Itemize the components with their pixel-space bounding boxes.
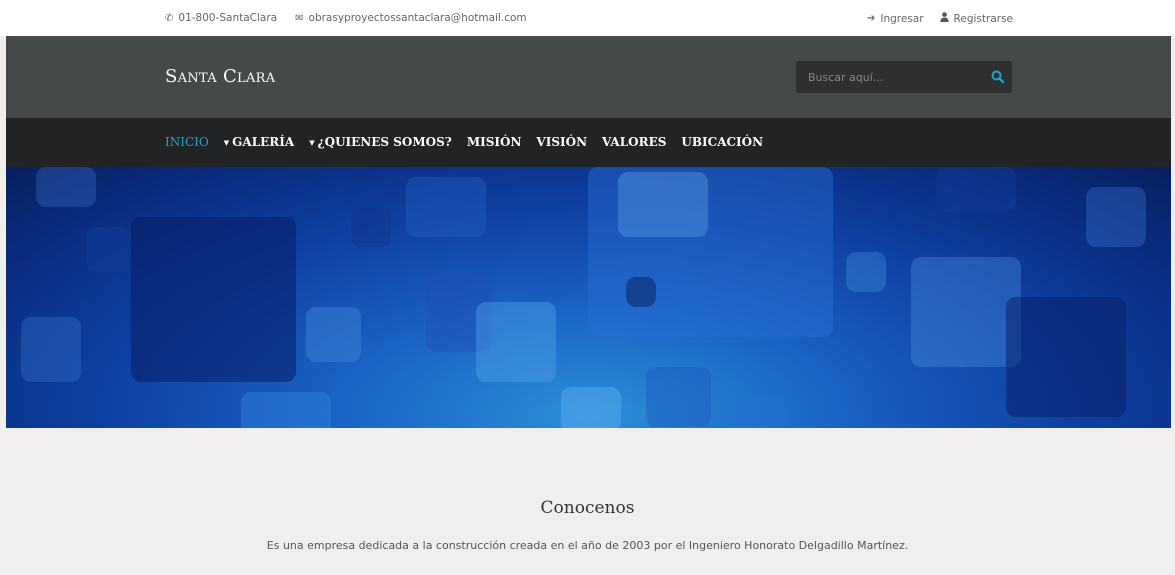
banner-square	[561, 387, 621, 428]
site-logo[interactable]: Santa Clara	[165, 66, 275, 87]
nav-item-galeria[interactable]: ▼ GALERÍA	[224, 135, 294, 149]
caret-down-icon: ▼	[309, 137, 315, 147]
login-label: Ingresar	[880, 12, 924, 25]
banner-square	[241, 392, 331, 428]
register-link[interactable]: Registrarse	[939, 12, 1013, 25]
login-link[interactable]: ➔ Ingresar	[867, 13, 924, 25]
banner-square	[846, 252, 886, 292]
nav-item-mision[interactable]: MISIÓN	[467, 135, 522, 149]
user-icon	[939, 12, 949, 25]
banner-square	[131, 217, 296, 382]
nav-item-quienes-somos[interactable]: ▼ ¿QUIENES SOMOS?	[309, 135, 452, 149]
hero-banner	[6, 167, 1171, 428]
banner-square	[21, 317, 81, 382]
banner-square	[646, 367, 711, 427]
phone-text: 01-800-SantaClara	[178, 12, 278, 24]
search-icon[interactable]	[990, 69, 1006, 85]
top-bar: ✆ 01-800-SantaClara ✉ obrasyproyectossan…	[0, 0, 1175, 36]
banner-square	[86, 227, 131, 272]
section-text: Es una empresa dedicada a la construcció…	[266, 539, 909, 552]
search-input[interactable]	[796, 61, 976, 93]
banner-square	[626, 277, 656, 307]
email-contact[interactable]: ✉ obrasyproyectossantaclara@hotmail.com	[295, 12, 527, 24]
phone-icon: ✆	[165, 12, 174, 24]
banner-square	[36, 167, 96, 207]
nav-item-ubicacion[interactable]: UBICACIÓN	[681, 135, 763, 149]
nav-item-inicio[interactable]: INICIO	[165, 135, 209, 149]
search-box	[796, 61, 1012, 93]
banner-square	[618, 172, 708, 237]
site-header: Santa Clara	[6, 36, 1171, 118]
email-text: obrasyproyectossantaclara@hotmail.com	[308, 12, 527, 24]
banner-square	[736, 397, 786, 428]
sign-in-icon: ➔	[866, 13, 876, 24]
section-heading: Conocenos	[540, 498, 635, 518]
banner-square	[476, 302, 556, 382]
main-nav: INICIO ▼ GALERÍA ▼ ¿QUIENES SOMOS? MISIÓN …	[6, 118, 1171, 167]
banner-square	[306, 307, 361, 362]
banner-square	[351, 207, 391, 247]
envelope-icon: ✉	[295, 12, 304, 24]
banner-square	[936, 167, 1016, 212]
caret-down-icon: ▼	[223, 137, 230, 147]
register-label: Registrarse	[953, 12, 1013, 25]
phone-contact[interactable]: ✆ 01-800-SantaClara	[165, 12, 277, 24]
nav-item-valores[interactable]: VALORES	[602, 135, 666, 149]
banner-square	[911, 257, 1021, 367]
banner-square	[1006, 297, 1126, 417]
banner-square	[406, 177, 486, 237]
banner-square	[1086, 187, 1146, 247]
nav-item-vision[interactable]: VISIÓN	[536, 135, 587, 149]
